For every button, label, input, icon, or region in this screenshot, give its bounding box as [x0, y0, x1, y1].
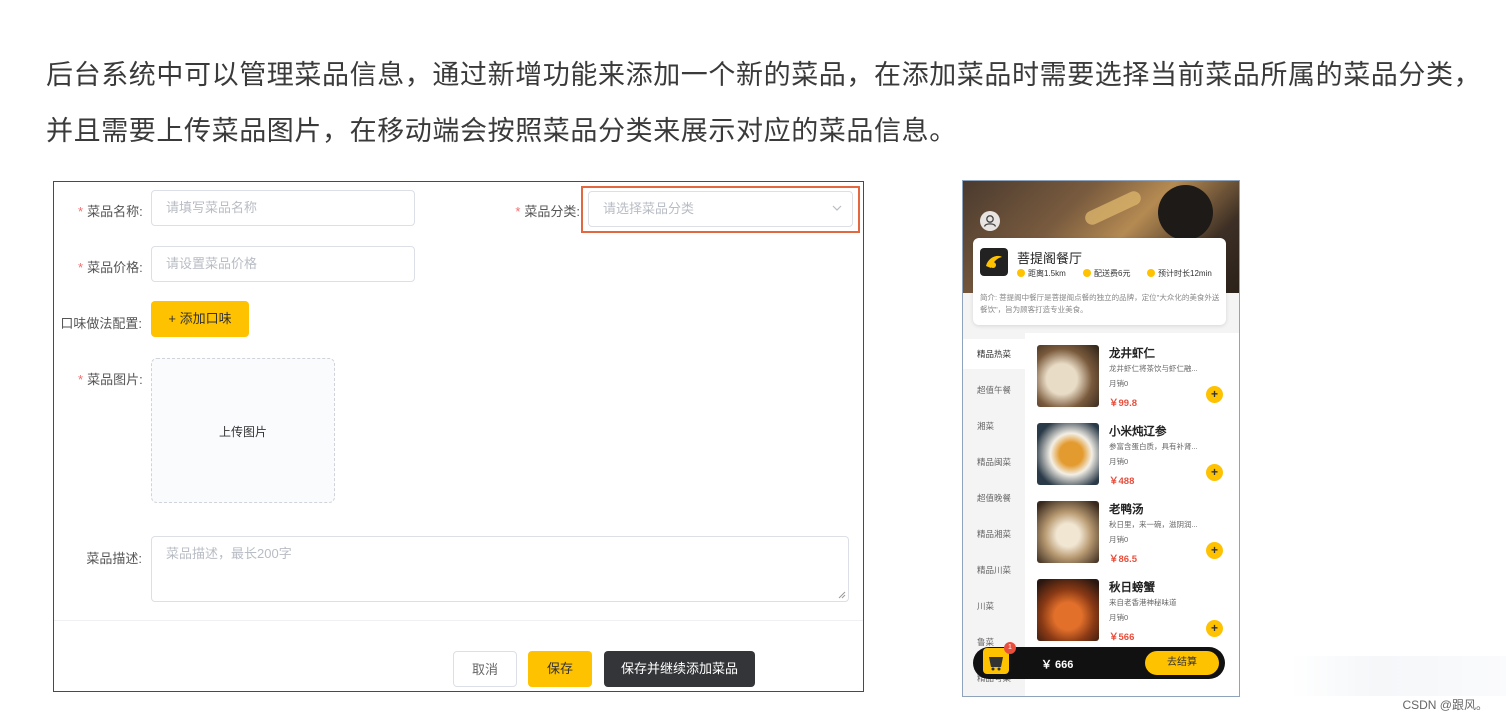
- dish-desc: 参富含蛋白质，具有补肾...: [1109, 442, 1198, 451]
- intro-text: 后台系统中可以管理菜品信息，通过新增功能来添加一个新的菜品，在添加菜品时需要选择…: [46, 48, 1486, 160]
- category-item[interactable]: 超值午餐: [963, 375, 1025, 405]
- cart-total: ￥ 666: [1041, 659, 1074, 671]
- distance-info: 距离1.5km: [1017, 268, 1066, 279]
- shop-info-card: 菩提阁餐厅 距离1.5km 配送费6元 预计时长12min 简介: 菩提阁中餐厅…: [973, 238, 1226, 325]
- dish-price: ￥99.8: [1109, 398, 1137, 409]
- dish-image: [1037, 423, 1099, 485]
- dish-desc: 龙井虾仁将茶饮与虾仁融...: [1109, 364, 1198, 373]
- dish-desc-placeholder: 菜品描述，最长200字: [166, 546, 292, 561]
- upload-text: 上传图片: [218, 425, 267, 439]
- dish-image-label: * 菜品图片:: [78, 372, 143, 387]
- dish-image: [1037, 579, 1099, 641]
- intro-line-2: 并且需要上传菜品图片，在移动端会按照菜品分类来展示对应的菜品信息。: [46, 116, 957, 147]
- dish-sold: 月销0: [1109, 613, 1129, 622]
- shop-description: 简介: 菩提阁中餐厅是菩提阁点餐的独立的品牌，定位"大众化的美食外送餐饮"，旨为…: [980, 293, 1220, 314]
- dish-sold: 月销0: [1109, 379, 1129, 388]
- eta-info: 预计时长12min: [1147, 268, 1212, 279]
- dish-sold: 月销0: [1109, 535, 1129, 544]
- dish-image: [1037, 501, 1099, 563]
- dish-sold: 月销0: [1109, 457, 1129, 466]
- save-and-continue-button[interactable]: 保存并继续添加菜品: [604, 651, 755, 687]
- add-to-cart-button[interactable]: +: [1206, 542, 1223, 559]
- dish-name: 老鸭汤: [1109, 504, 1144, 516]
- add-to-cart-button[interactable]: +: [1206, 464, 1223, 481]
- add-to-cart-button[interactable]: +: [1206, 620, 1223, 637]
- image-upload-area[interactable]: 上传图片: [151, 358, 335, 503]
- clock-icon: [1147, 269, 1155, 277]
- dish-item[interactable]: 小米炖辽参 参富含蛋白质，具有补肾... 月销0 ￥488 +: [1025, 411, 1239, 489]
- dish-name: 秋日螃蟹: [1109, 582, 1155, 594]
- mobile-preview: 菩提阁餐厅 距离1.5km 配送费6元 预计时长12min 简介: 菩提阁中餐厅…: [962, 180, 1240, 697]
- add-flavor-button[interactable]: + 添加口味: [151, 301, 249, 337]
- save-button[interactable]: 保存: [528, 651, 592, 687]
- dish-desc-label: 菜品描述:: [86, 551, 142, 566]
- dish-price: ￥488: [1109, 476, 1135, 487]
- category-sidebar: 精品热菜 超值午餐 湘菜 精品闽菜 超值晚餐 精品湘菜 精品川菜 川菜 鲁菜 精…: [963, 333, 1025, 696]
- category-item[interactable]: 湘菜: [963, 411, 1025, 441]
- dish-price: ￥86.5: [1109, 554, 1137, 565]
- cart-count-badge: 1: [1004, 642, 1016, 654]
- category-item[interactable]: 川菜: [963, 591, 1025, 621]
- dish-item[interactable]: 龙井虾仁 龙井虾仁将茶饮与虾仁融... 月销0 ￥99.8 +: [1025, 333, 1239, 411]
- dish-name-input[interactable]: 请填写菜品名称: [151, 190, 415, 226]
- cancel-button[interactable]: 取消: [453, 651, 517, 687]
- watermark-text: CSDN @跟风。: [1402, 698, 1488, 712]
- chevron-down-icon: [832, 205, 842, 211]
- dish-name-label: * 菜品名称:: [78, 204, 143, 219]
- dish-price-input[interactable]: 请设置菜品价格: [151, 246, 415, 282]
- dish-name: 龙井虾仁: [1109, 348, 1155, 360]
- intro-line-1: 后台系统中可以管理菜品信息，通过新增功能来添加一个新的菜品，在添加菜品时需要选择…: [46, 60, 1482, 91]
- location-icon: [1017, 269, 1025, 277]
- checkout-button[interactable]: 去结算: [1145, 651, 1219, 675]
- flavor-config-label: 口味做法配置:: [60, 316, 142, 331]
- shop-logo: [980, 248, 1008, 276]
- watermark-decoration: [1290, 656, 1506, 696]
- dish-form-panel: * 菜品名称: 请填写菜品名称 * 菜品分类: 请选择菜品分类 * 菜品价格: 请设置…: [53, 181, 864, 692]
- dish-item[interactable]: 老鸭汤 秋日里，来一碗，滋阴润... 月销0 ￥86.5 +: [1025, 489, 1239, 567]
- dish-item[interactable]: 秋日螃蟹 来自老香港神秘味道 月销0 ￥566 +: [1025, 567, 1239, 645]
- dish-name: 小米炖辽参: [1109, 426, 1167, 438]
- user-icon[interactable]: [980, 211, 1000, 231]
- resize-handle-icon[interactable]: [838, 591, 846, 599]
- dish-price: ￥566: [1109, 632, 1135, 643]
- shop-name: 菩提阁餐厅: [1017, 252, 1083, 267]
- dish-list: 龙井虾仁 龙井虾仁将茶饮与虾仁融... 月销0 ￥99.8 + 小米炖辽参 参富…: [1025, 333, 1239, 696]
- category-item[interactable]: 精品热菜: [963, 339, 1025, 369]
- dish-price-label: * 菜品价格:: [78, 260, 143, 275]
- money-icon: [1083, 269, 1091, 277]
- dish-category-label: * 菜品分类:: [515, 204, 580, 219]
- add-to-cart-button[interactable]: +: [1206, 386, 1223, 403]
- dish-desc: 秋日里，来一碗，滋阴润...: [1109, 520, 1198, 529]
- dish-image: [1037, 345, 1099, 407]
- dish-category-select[interactable]: 请选择菜品分类: [588, 191, 853, 227]
- dish-desc: 来自老香港神秘味道: [1109, 598, 1177, 607]
- category-item[interactable]: 超值晚餐: [963, 483, 1025, 513]
- cart-bar: 1 ￥ 666 去结算: [973, 642, 1225, 679]
- form-divider: [54, 620, 863, 621]
- category-item[interactable]: 精品湘菜: [963, 519, 1025, 549]
- dish-category-placeholder: 请选择菜品分类: [603, 201, 695, 216]
- category-item[interactable]: 精品川菜: [963, 555, 1025, 585]
- delivery-fee-info: 配送费6元: [1083, 268, 1130, 279]
- dish-desc-textarea[interactable]: 菜品描述，最长200字: [151, 536, 849, 602]
- category-item[interactable]: 精品闽菜: [963, 447, 1025, 477]
